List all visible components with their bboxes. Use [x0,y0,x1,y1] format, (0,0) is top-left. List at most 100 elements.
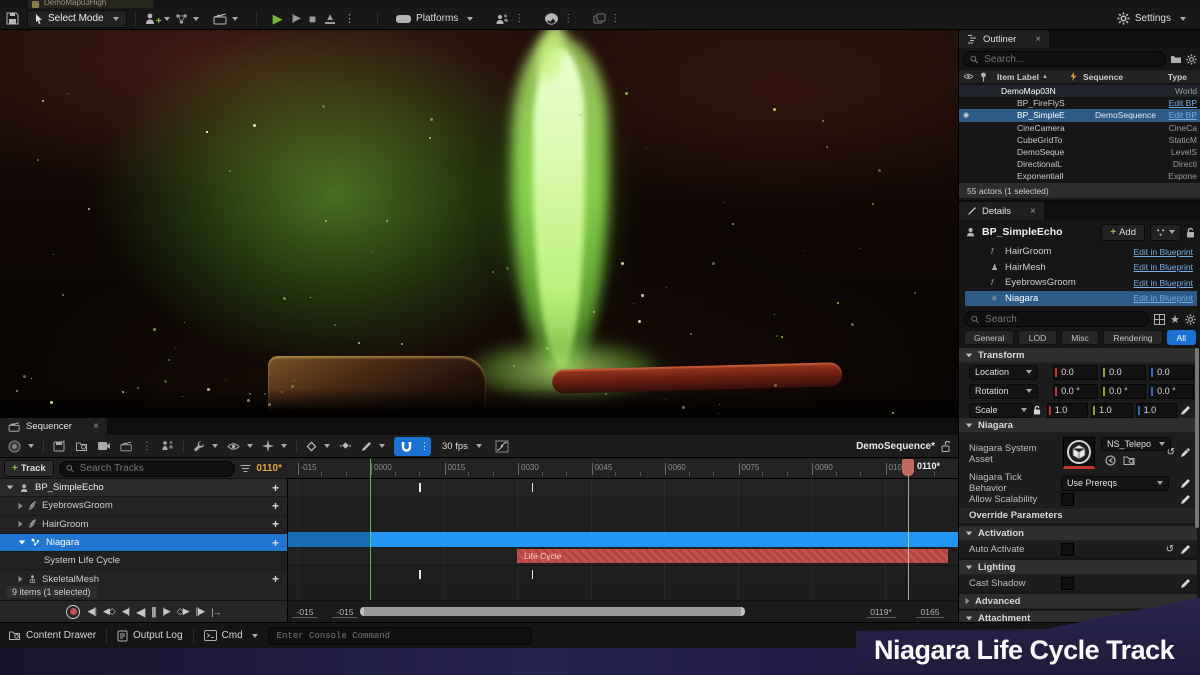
visibility-eye-icon[interactable]: ◉ [963,111,975,119]
rotation-dropdown[interactable]: Rotation [969,383,1039,399]
working-range-start-field[interactable]: -015 [292,607,318,618]
close-icon[interactable]: × [1030,206,1036,217]
play-reverse-button[interactable]: ◀ [136,605,145,619]
rotation-y-field[interactable]: 0.0 ° [1101,383,1147,399]
cast-shadow-checkbox[interactable] [1061,576,1074,590]
simulate-options-dropdown[interactable] [262,440,287,452]
outliner-row[interactable]: CubeGridTo StaticM [959,134,1200,146]
tick-behavior-dropdown[interactable]: Use Prereqs [1061,475,1169,491]
close-icon[interactable]: × [1035,34,1041,45]
camera-icon[interactable] [97,441,111,451]
niagara-asset-dropdown[interactable]: NS_Telepo [1101,437,1171,451]
add-component-button[interactable]: + Add [1101,223,1145,241]
sequencer-track-bp-simpleecho[interactable]: BP_SimpleEcho + [0,479,287,498]
edit-in-blueprint-link[interactable]: Edit in Blueprint [1133,278,1193,288]
location-y-field[interactable]: 0.0 [1101,364,1147,380]
bind-actors-icon[interactable] [161,440,174,452]
tab-outliner[interactable]: Outliner × [959,30,1050,48]
filter-icon[interactable] [240,464,251,474]
sequencer-camera-dropdown[interactable] [8,440,34,453]
outliner-type-cell[interactable]: Edit BP [1169,110,1197,120]
play-button[interactable]: ▶ [273,11,283,27]
keyframe-options-dropdown[interactable] [306,441,330,452]
outliner-row[interactable]: DemoMap03N World [959,85,1200,98]
expand-icon[interactable] [18,521,23,528]
timeline-ruler[interactable]: -015 0000 0015 0030 0045 0060 0075 0090 0105 [288,459,958,479]
loop-mode-button[interactable]: |→ [211,607,221,617]
filter-chip-misc[interactable]: Misc [1060,330,1100,345]
display-options-icon[interactable] [1154,313,1166,325]
section-transform[interactable]: Transform [959,348,1197,363]
sequencer-track-eyebrowsgroom[interactable]: EyebrowsGroom + [0,497,287,516]
filter-chip-rendering[interactable]: Rendering [1103,330,1163,345]
scale-lock-icon[interactable] [1033,405,1046,415]
eject-button[interactable]: ▲ [325,12,336,24]
filter-chip-lod[interactable]: LOD [1018,330,1057,345]
cinematics-icon[interactable] [213,13,228,25]
sequencer-track-hairgroom[interactable]: HairGroom + [0,515,287,534]
search-tracks-input[interactable] [58,460,236,477]
platforms-dropdown[interactable]: Platforms [396,13,474,24]
world-options-icon[interactable]: ⋮ [563,13,573,24]
collapse-icon[interactable] [18,540,26,545]
layers-icon[interactable] [593,13,606,25]
settings-dropdown[interactable]: Settings [1117,12,1186,25]
add-section-button[interactable]: + [272,499,279,513]
timeline-scrollbar[interactable] [360,607,745,616]
niagara-section-preroll[interactable] [288,531,370,548]
location-dropdown[interactable]: Location [969,364,1039,380]
reset-to-default-icon[interactable] [1180,494,1191,505]
eye-icon[interactable] [963,73,974,80]
edit-options-dropdown[interactable] [361,441,385,452]
save-sequence-icon[interactable]: * [53,440,66,452]
playhead-line[interactable] [908,459,909,600]
next-keyframe-button[interactable]: ◇▶ [177,606,190,617]
add-section-button[interactable]: + [272,536,279,550]
pin-icon[interactable] [980,72,987,82]
column-sequence[interactable]: Sequence [1083,72,1123,82]
playhead-marker[interactable] [902,459,914,476]
lock-icon[interactable] [1186,227,1195,238]
edit-in-blueprint-link[interactable]: Edit in Blueprint [1133,262,1193,272]
niagara-section-bar[interactable] [370,531,958,548]
add-track-button[interactable]: + Track [4,460,54,477]
blueprints-icon[interactable] [175,13,189,25]
component-row[interactable]: 𝑓 HairGroom Edit in Blueprint [965,244,1197,260]
frame-back-button[interactable]: ◀| [122,606,130,617]
viewport[interactable] [0,30,958,418]
keyframe-marker[interactable] [531,483,534,492]
section-activation[interactable]: Activation [959,526,1197,541]
layers-options-icon[interactable]: ⋮ [610,13,620,24]
allow-scalability-checkbox[interactable] [1061,493,1074,506]
outliner-row[interactable]: ExponentialI Expone [959,170,1200,182]
curve-editor-icon[interactable] [495,440,509,453]
location-z-field[interactable]: 0.0 [1149,364,1194,380]
tab-sequencer[interactable]: Sequencer × [0,418,107,435]
reset-to-default-icon[interactable] [1180,544,1191,555]
filter-chip-all[interactable]: All [1166,330,1196,345]
keyframe-marker[interactable] [419,569,421,579]
outliner-row[interactable]: BP_FireFlyS Edit BP [959,97,1200,109]
fps-dropdown[interactable]: 30 fps [442,441,482,452]
reset-to-default-icon[interactable] [1180,405,1191,416]
sequencer-options-icon[interactable]: ⋮ [142,441,152,452]
browse-sequence-icon[interactable] [75,441,88,452]
reset-icon[interactable]: ↺ [1166,544,1174,555]
working-range-end-field[interactable]: 0165 [916,607,944,618]
reset-icon[interactable]: ↺ [1167,447,1175,458]
rotation-x-field[interactable]: 0.0 ° [1053,383,1099,399]
multi-user-icon[interactable] [495,13,510,25]
reset-to-default-icon[interactable] [1180,447,1191,458]
gear-icon[interactable] [1185,313,1196,325]
view-range-end-field[interactable]: 0119* [866,607,896,618]
details-search-input[interactable] [964,311,1150,327]
column-item-label[interactable]: Item Label ▲ [997,72,1048,82]
add-actor-icon[interactable]: + [144,12,170,27]
record-button[interactable] [66,604,81,619]
sequence-name[interactable]: DemoSequence* [856,441,935,452]
browse-asset-icon[interactable] [1123,455,1135,466]
reset-to-default-icon[interactable] [1180,478,1191,489]
new-folder-icon[interactable] [1170,54,1182,64]
outliner-search-input[interactable] [963,51,1166,67]
timeline-area[interactable]: -015 0000 0015 0030 0045 0060 0075 0090 0105 Lif… [288,459,958,600]
